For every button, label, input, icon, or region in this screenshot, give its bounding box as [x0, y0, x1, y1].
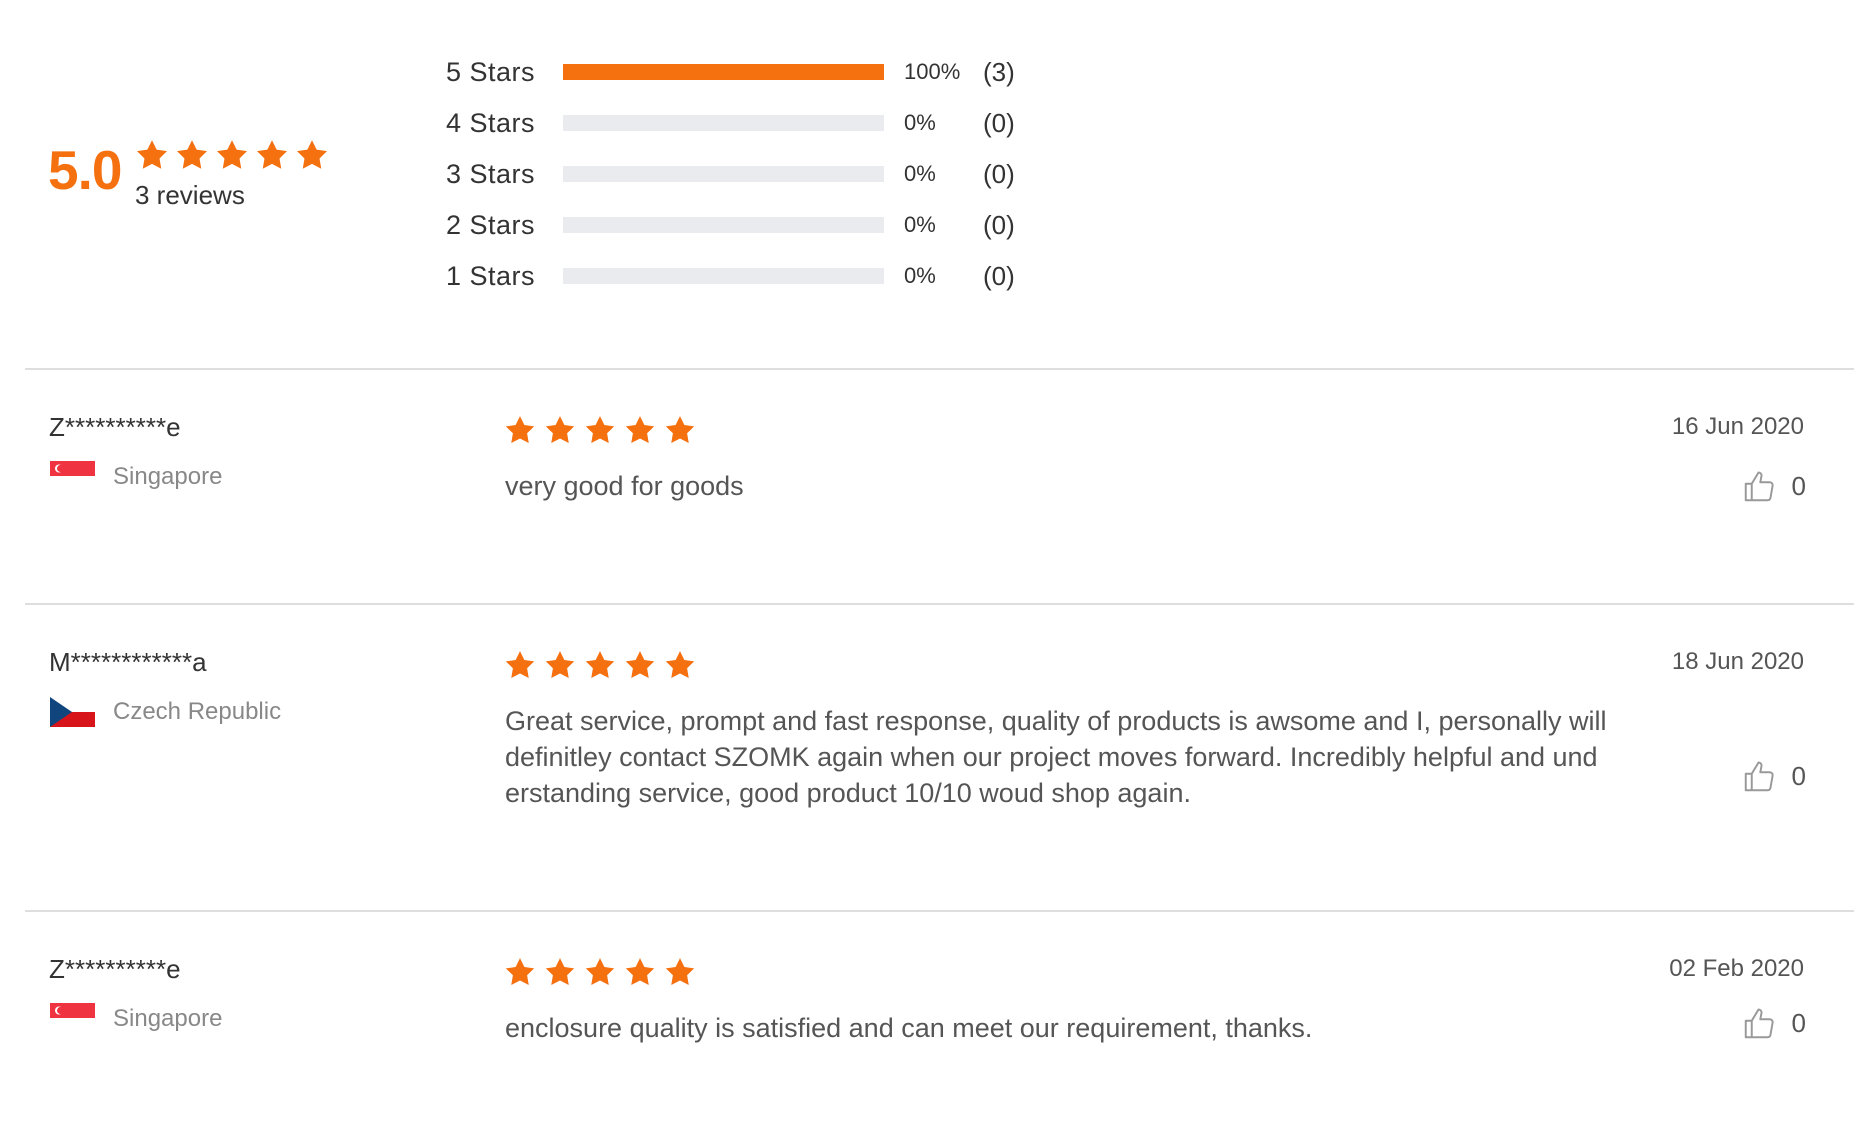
average-stars — [134, 138, 330, 174]
rating-row-label: 5 Stars — [446, 56, 536, 87]
review-date: 16 Jun 2020 — [1671, 413, 1804, 440]
review-item: Z**********e Singapore enclosure quality… — [0, 912, 1854, 1129]
rating-bar-track — [563, 166, 884, 182]
rating-percent: 0% — [904, 110, 936, 135]
rating-row-label: 3 Stars — [446, 158, 536, 189]
review-item: M************a Czech Republic Great serv… — [0, 605, 1854, 911]
rating-count: (0) — [983, 260, 1015, 291]
average-rating: 5.0 — [48, 139, 122, 201]
star-icon — [505, 416, 535, 444]
rating-percent: 100% — [904, 59, 961, 84]
star-icon — [545, 416, 575, 444]
rating-row-3[interactable]: 3 Stars 0% (0) — [446, 154, 1015, 194]
rating-bar-track — [563, 115, 884, 131]
singapore-flag-icon — [50, 461, 95, 491]
rating-row-label: 2 Stars — [446, 209, 536, 240]
reviewer-country: Czech Republic — [113, 698, 282, 725]
reviewer-name: Z**********e — [49, 954, 181, 984]
star-icon — [137, 140, 167, 169]
star-icon — [505, 651, 535, 679]
review-stars — [503, 649, 697, 683]
star-icon — [257, 140, 287, 169]
review-text: Great service, prompt and fast response,… — [505, 703, 1635, 811]
star-icon — [585, 958, 615, 986]
like-count: 0 — [1791, 1007, 1806, 1038]
like-count: 0 — [1791, 760, 1806, 791]
review-text: enclosure quality is satisfied and can m… — [505, 1013, 1313, 1043]
review-text-line: erstanding service, good product 10/10 w… — [505, 778, 1191, 808]
rating-summary: 5.0 3 reviews 5 Stars 100% (3) 4 Stars 0… — [0, 0, 1854, 370]
reviewer-name: Z**********e — [49, 412, 181, 442]
star-icon — [297, 140, 327, 169]
star-icon — [545, 651, 575, 679]
rating-bar-track — [563, 64, 884, 80]
review-stars — [503, 956, 697, 990]
singapore-flag-icon — [50, 1003, 95, 1033]
rating-row-label: 4 Stars — [446, 107, 536, 138]
review-date: 18 Jun 2020 — [1671, 648, 1804, 675]
star-icon — [585, 416, 615, 444]
reviewer-country: Singapore — [113, 1005, 223, 1032]
star-icon — [665, 416, 695, 444]
rating-row-5[interactable]: 5 Stars 100% (3) — [446, 52, 1015, 92]
review-count: 3 reviews — [135, 180, 245, 210]
rating-count: (0) — [983, 209, 1015, 240]
like-button[interactable]: 0 — [1742, 468, 1806, 504]
like-button[interactable]: 0 — [1742, 758, 1806, 794]
star-icon — [625, 958, 655, 986]
rating-bar-track — [563, 268, 884, 284]
star-icon — [545, 958, 575, 986]
review-stars — [503, 414, 697, 448]
rating-percent: 0% — [904, 263, 936, 288]
rating-bar-track — [563, 217, 884, 233]
star-icon — [665, 958, 695, 986]
review-text: very good for goods — [505, 471, 744, 501]
thumbs-up-icon — [1744, 471, 1774, 502]
rating-row-4[interactable]: 4 Stars 0% (0) — [446, 103, 1015, 143]
like-count: 0 — [1791, 470, 1806, 501]
star-icon — [177, 140, 207, 169]
reviewer-country: Singapore — [113, 463, 223, 490]
star-icon — [505, 958, 535, 986]
thumbs-up-icon — [1744, 1008, 1774, 1039]
reviewer-name: M************a — [49, 647, 207, 677]
star-icon — [217, 140, 247, 169]
like-button[interactable]: 0 — [1742, 1005, 1806, 1041]
star-icon — [665, 651, 695, 679]
rating-row-label: 1 Stars — [446, 260, 536, 291]
review-text-line: Great service, prompt and fast response,… — [505, 706, 1607, 736]
rating-count: (3) — [983, 56, 1015, 87]
rating-row-1[interactable]: 1 Stars 0% (0) — [446, 256, 1015, 296]
review-item: Z**********e Singapore very good for goo… — [0, 370, 1854, 603]
rating-percent: 0% — [904, 212, 936, 237]
rating-count: (0) — [983, 107, 1015, 138]
review-date: 02 Feb 2020 — [1669, 955, 1804, 982]
rating-percent: 0% — [904, 161, 936, 186]
rating-count: (0) — [983, 158, 1015, 189]
star-icon — [625, 651, 655, 679]
star-icon — [625, 416, 655, 444]
rating-bar-fill — [563, 64, 884, 80]
star-icon — [585, 651, 615, 679]
review-text-line: definitley contact SZOMK again when our … — [505, 742, 1598, 772]
thumbs-up-icon — [1744, 761, 1774, 792]
czech-flag-icon — [50, 697, 95, 727]
rating-row-2[interactable]: 2 Stars 0% (0) — [446, 205, 1015, 245]
